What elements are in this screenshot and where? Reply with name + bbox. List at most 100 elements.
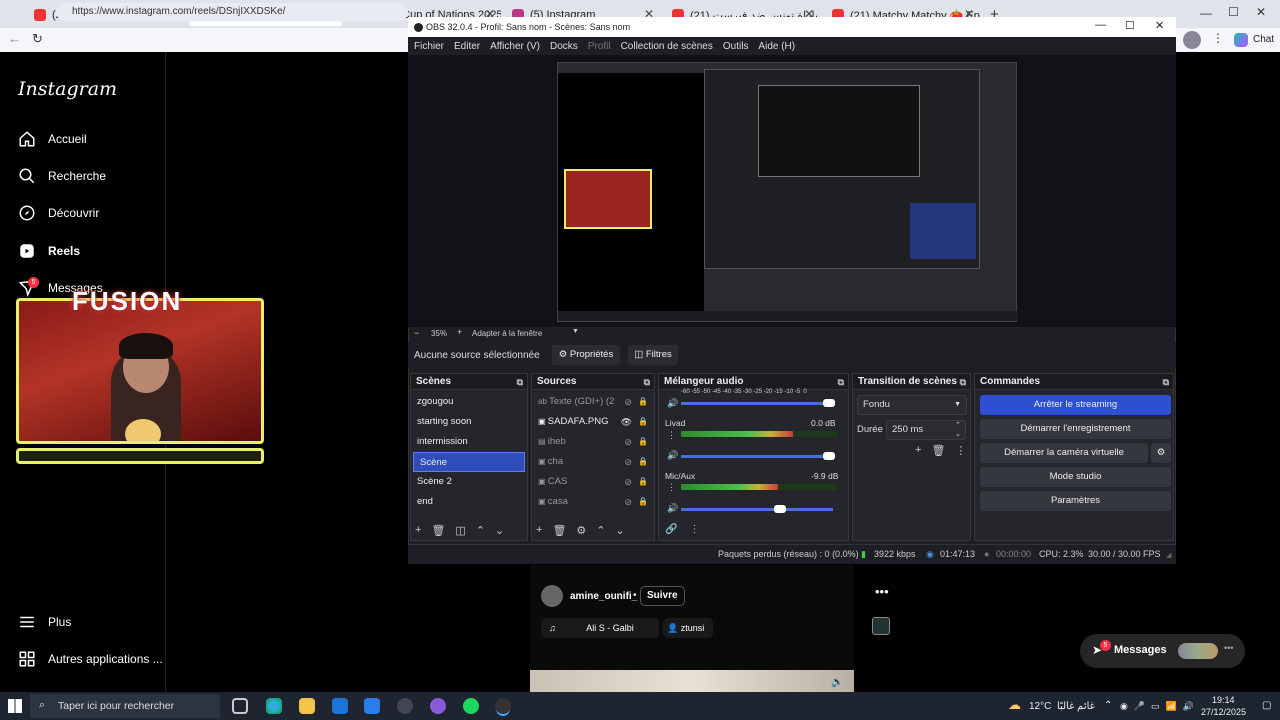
nav-reels[interactable]: Reels xyxy=(18,239,80,263)
volume-slider-handle[interactable] xyxy=(823,452,835,460)
nav-other-apps[interactable]: Autres applications ... xyxy=(18,647,163,671)
obs-menu-item[interactable]: Aide (H) xyxy=(758,41,795,52)
edge-icon[interactable] xyxy=(266,698,282,714)
fit-to-window-select[interactable]: Adapter à la fenêtre xyxy=(472,329,542,338)
window-close-button[interactable]: ✕ xyxy=(1256,5,1266,19)
source-item[interactable]: ▣ casa ⊘ 🔒 xyxy=(532,492,654,512)
source-item[interactable]: ▣ cha ⊘ 🔒 xyxy=(532,452,654,472)
volume-slider[interactable] xyxy=(681,455,833,458)
weather-text[interactable]: غائم غالبًا xyxy=(1057,701,1095,712)
start-virtual-camera-button[interactable]: Démarrer la caméra virtuelle xyxy=(980,443,1148,463)
profile-avatar[interactable] xyxy=(1183,31,1201,49)
remove-scene-icon[interactable]: 🗑 xyxy=(431,524,445,537)
reel-author-name[interactable]: amine_ounifi_ xyxy=(570,591,637,602)
scene-item[interactable]: starting soon xyxy=(411,412,527,432)
window-minimize-button[interactable]: — xyxy=(1200,6,1212,20)
volume-icon[interactable]: 🔊 xyxy=(667,503,678,514)
back-icon[interactable]: ← xyxy=(8,31,21,46)
volume-slider[interactable] xyxy=(681,402,833,405)
obs-menu-item[interactable]: Outils xyxy=(723,41,749,52)
stop-streaming-button[interactable]: Arrêter le streaming xyxy=(980,395,1171,415)
volume-slider-handle[interactable] xyxy=(774,505,786,513)
scene-item[interactable]: end xyxy=(411,492,527,512)
store-icon[interactable] xyxy=(364,698,380,714)
task-view-icon[interactable] xyxy=(232,698,248,714)
channel-menu-icon[interactable]: ⋮ xyxy=(667,430,676,441)
obs-menu-item[interactable]: Afficher (V) xyxy=(490,41,540,52)
link-icon[interactable]: 🔗 xyxy=(665,524,677,535)
obs-minimize-button[interactable]: — xyxy=(1095,19,1106,31)
visibility-icon[interactable]: ⊘ xyxy=(624,492,632,512)
nav-search[interactable]: Recherche xyxy=(18,164,106,188)
outlook-icon[interactable] xyxy=(332,698,348,714)
obs-menu-item[interactable]: Fichier xyxy=(414,41,444,52)
obs-menu-item[interactable]: Docks xyxy=(550,41,578,52)
obs-preview-capture[interactable] xyxy=(557,62,1018,322)
undock-icon[interactable]: ⧉ xyxy=(838,374,844,390)
transition-select[interactable]: Fondu ▼ xyxy=(857,395,967,415)
scene-item[interactable]: Scène 2 xyxy=(411,472,527,492)
obs-menu-item[interactable]: Profil xyxy=(588,41,611,52)
undock-icon[interactable]: ⧉ xyxy=(517,374,523,390)
instagram-logo[interactable]: Instagram xyxy=(18,78,117,100)
source-item[interactable]: ▣ SADAFA.PNG 👁 🔒 xyxy=(532,412,654,432)
source-item[interactable]: ▤ iheb ⊘ 🔒 xyxy=(532,432,654,452)
visibility-icon[interactable]: ⊘ xyxy=(624,452,632,472)
obs-close-button[interactable]: ✕ xyxy=(1155,19,1164,32)
copilot-icon[interactable] xyxy=(1234,33,1248,47)
nav-explore[interactable]: Découvrir xyxy=(18,201,99,225)
obs-menu-item[interactable]: Collection de scènes xyxy=(621,41,713,52)
lock-icon[interactable]: 🔒 xyxy=(638,492,648,512)
move-down-icon[interactable]: ⌄ xyxy=(495,524,504,537)
reel-author-avatar[interactable] xyxy=(541,585,563,607)
more-options-icon[interactable]: ••• xyxy=(875,584,889,599)
zoom-plus-button[interactable]: + xyxy=(457,327,462,337)
window-maximize-button[interactable]: ☐ xyxy=(1228,5,1239,19)
undock-icon[interactable]: ⧉ xyxy=(644,374,650,390)
tray-chevron-icon[interactable]: ⌃ xyxy=(1104,700,1112,711)
obs-taskbar-icon[interactable] xyxy=(495,698,511,714)
source-item[interactable]: ab Texte (GDI+) (2 ⊘ 🔒 xyxy=(532,392,654,412)
reload-icon[interactable]: ↻ xyxy=(32,31,43,47)
notification-icon[interactable]: ▢ xyxy=(1262,700,1271,711)
spin-down-icon[interactable]: ⌄ xyxy=(955,426,961,444)
undock-icon[interactable]: ⧉ xyxy=(1163,374,1169,390)
resize-grip-icon[interactable]: ◢ xyxy=(1166,551,1171,559)
volume-icon[interactable]: 🔊 xyxy=(667,450,678,461)
chat-label[interactable]: Chat xyxy=(1253,34,1274,45)
settings-button[interactable]: Paramètres xyxy=(980,491,1171,511)
taskbar-search[interactable]: Taper ici pour rechercher xyxy=(30,694,220,718)
mixer-menu-icon[interactable]: ⋮ xyxy=(689,524,699,535)
zoom-minus-button[interactable]: − xyxy=(414,328,419,338)
visibility-icon[interactable]: ⊘ xyxy=(624,392,632,412)
remove-transition-icon[interactable]: 🗑 xyxy=(931,444,945,457)
volume-slider[interactable] xyxy=(681,508,833,511)
nav-more[interactable]: Plus xyxy=(18,610,71,634)
menu-icon[interactable]: ⋮ xyxy=(1212,31,1224,45)
lock-icon[interactable]: 🔒 xyxy=(638,472,648,492)
audio-thumb[interactable] xyxy=(872,617,890,635)
music-chip[interactable]: ♫ Ali S - Galbi xyxy=(541,618,659,638)
windows-start-icon[interactable] xyxy=(8,699,22,713)
messages-pill[interactable]: ➤ 5 Messages ••• xyxy=(1080,634,1245,668)
scene-item[interactable]: zgougou xyxy=(411,392,527,412)
clock-time[interactable]: 19:14 xyxy=(1212,695,1235,705)
obs-title-bar[interactable]: OBS 32.0.4 - Profil: Sans nom - Scènes: … xyxy=(408,17,1176,37)
properties-button[interactable]: ⚙ Propriétés xyxy=(552,345,620,365)
channel-menu-icon[interactable]: ⋮ xyxy=(667,482,676,493)
visibility-icon[interactable]: ⊘ xyxy=(624,432,632,452)
nav-home[interactable]: Accueil xyxy=(18,127,87,151)
tray-icons[interactable]: ◉🎤▭📶🔊 xyxy=(1120,701,1200,712)
discord-like-icon[interactable] xyxy=(430,698,446,714)
filters-button[interactable]: ◫ Filtres xyxy=(628,345,678,365)
studio-mode-button[interactable]: Mode studio xyxy=(980,467,1171,487)
visibility-icon[interactable]: 👁 xyxy=(621,412,632,432)
lock-icon[interactable]: 🔒 xyxy=(638,452,648,472)
add-scene-icon[interactable]: + xyxy=(415,524,421,537)
source-item[interactable]: ▣ CAS ⊘ 🔒 xyxy=(532,472,654,492)
visibility-icon[interactable]: ⊘ xyxy=(624,472,632,492)
add-source-icon[interactable]: + xyxy=(536,524,542,537)
transition-menu-icon[interactable]: ⋮ xyxy=(955,444,966,457)
virtual-camera-settings-button[interactable]: ⚙ xyxy=(1151,443,1171,463)
move-up-icon[interactable]: ⌃ xyxy=(596,524,605,537)
